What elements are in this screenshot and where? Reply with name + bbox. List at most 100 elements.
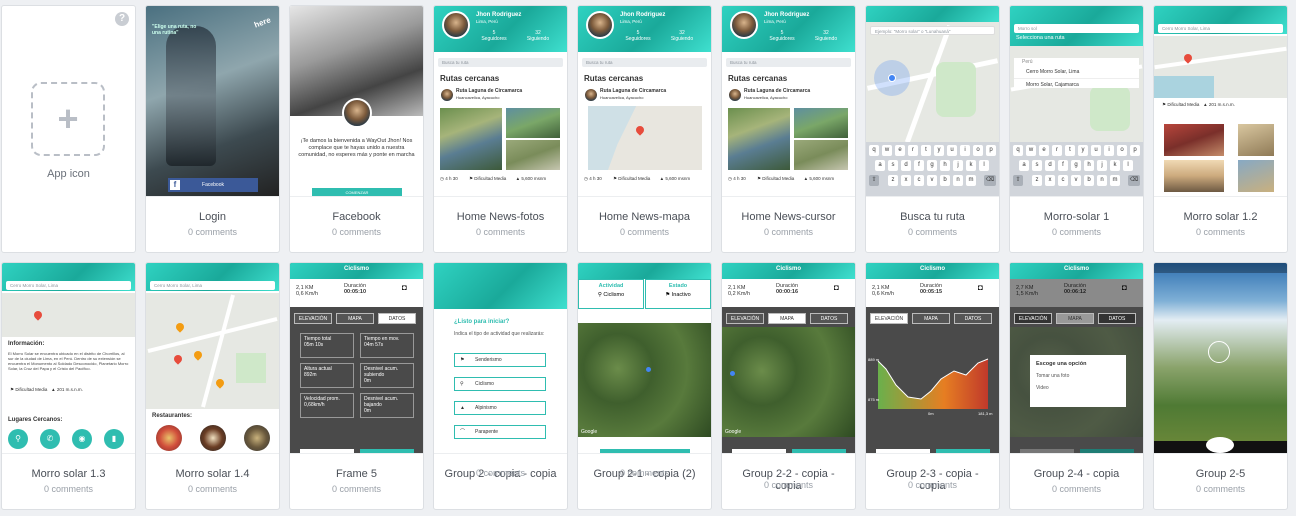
route-photo[interactable] bbox=[506, 140, 560, 170]
tab-mapa[interactable]: MAPA bbox=[1056, 313, 1094, 324]
tab-elevacion[interactable]: ELEVACIÓN bbox=[294, 313, 332, 324]
tab-mapa[interactable]: MAPA bbox=[768, 313, 806, 324]
screen-card-group-2-3-copia-copia[interactable]: Ciclismo 2,1 KM 0,6 Km/h Duración 00:05:15… bbox=[865, 262, 1000, 510]
following-stat[interactable]: 32 Siguiendo bbox=[518, 30, 558, 42]
map-view[interactable] bbox=[1154, 36, 1287, 98]
comment-count[interactable]: 0 comments bbox=[1154, 484, 1287, 494]
route-photo[interactable] bbox=[506, 108, 560, 138]
comment-count[interactable]: 0 comments bbox=[722, 227, 855, 237]
activity-option-senderismo[interactable]: ⚑ Senderismo bbox=[454, 353, 546, 367]
screen-card-home-news-fotos[interactable]: Jhon Rodriguez Lima, Perú 5 Seguidores 32… bbox=[433, 5, 568, 253]
following-stat[interactable]: 32 Siguiendo bbox=[662, 30, 702, 42]
screen-card-morro-solar-1-3[interactable]: Cerro Morro Solar, Lima Información: El … bbox=[1, 262, 136, 510]
followers-stat[interactable]: 5 Seguidores bbox=[762, 30, 802, 42]
screen-card-group-2-5[interactable]: Group 2-5 0 comments bbox=[1153, 262, 1288, 510]
screen-card-login[interactable]: "Elige una ruta, no una rutina" here f F… bbox=[145, 5, 280, 253]
comment-count[interactable]: 0 comments bbox=[722, 480, 855, 490]
search-input[interactable]: Morro sol bbox=[1014, 24, 1139, 33]
start-button[interactable]: COMENZAR bbox=[312, 188, 402, 196]
route-photo[interactable] bbox=[728, 108, 790, 170]
help-icon[interactable]: ? bbox=[115, 12, 129, 26]
tab-datos[interactable]: DATOS bbox=[810, 313, 848, 324]
route-map[interactable] bbox=[588, 106, 702, 170]
route-name[interactable]: Ruta Laguna de Circamarca bbox=[744, 88, 810, 94]
followers-stat[interactable]: 5 Seguidores bbox=[618, 30, 658, 42]
search-input[interactable]: Busca tu ruta bbox=[582, 58, 707, 67]
camera-icon[interactable]: ◘ bbox=[978, 283, 983, 292]
restaurant-photo[interactable] bbox=[200, 425, 226, 451]
route-name[interactable]: Ruta Laguna de Circamarca bbox=[600, 88, 666, 94]
hotel-icon[interactable]: ▮ bbox=[104, 429, 124, 449]
camera-icon[interactable]: ◘ bbox=[402, 283, 407, 292]
app-icon-card[interactable]: ? + App icon bbox=[1, 5, 136, 253]
map-view[interactable] bbox=[866, 22, 999, 146]
camera-icon[interactable]: ◘ bbox=[1122, 283, 1127, 292]
activity-option-parapente[interactable]: ⌒ Parapente bbox=[454, 425, 546, 439]
satellite-map[interactable]: Google bbox=[722, 327, 855, 437]
search-input[interactable]: Busca tu ruta bbox=[438, 58, 563, 67]
activity-option-ciclismo[interactable]: ⚲ Ciclismo bbox=[454, 377, 546, 391]
comment-count[interactable]: 0 comments bbox=[290, 227, 423, 237]
tab-elevacion[interactable]: ELEVACIÓN bbox=[1014, 313, 1052, 324]
phone-icon[interactable]: ✆ bbox=[40, 429, 60, 449]
suggestion-item[interactable]: Morro Solar, Cajamarca bbox=[1014, 79, 1139, 91]
screen-card-morro-solar-1-4[interactable]: Cerro Morro Solar, Lima Restaurantes: Mo… bbox=[145, 262, 280, 510]
satellite-map[interactable]: Google bbox=[578, 323, 711, 437]
comment-count[interactable]: 0 comments bbox=[1010, 484, 1143, 494]
search-input[interactable]: Cerro Morro Solar, Lima bbox=[6, 281, 131, 290]
comment-count[interactable]: 0 comments bbox=[2, 484, 135, 494]
place-photo[interactable] bbox=[1238, 160, 1274, 192]
comment-count[interactable]: 0 comments bbox=[1154, 227, 1287, 237]
following-stat[interactable]: 32 Siguiendo bbox=[806, 30, 846, 42]
add-icon[interactable]: + bbox=[31, 82, 105, 156]
restaurant-photo[interactable] bbox=[156, 425, 182, 451]
comment-count[interactable]: 0 comments bbox=[1010, 227, 1143, 237]
route-photo[interactable] bbox=[794, 108, 848, 138]
route-photo[interactable] bbox=[794, 140, 848, 170]
status-tab[interactable]: Estado ⚑ Inactivo bbox=[645, 279, 711, 309]
screen-card-morro-solar-1[interactable]: Morro sol Selecciona una ruta Perú Cerro… bbox=[1009, 5, 1144, 253]
tab-mapa[interactable]: MAPA bbox=[912, 313, 950, 324]
keyboard[interactable]: qwertyuiop asdfghjkl ⇧ z x c v b n m ⌫ bbox=[866, 142, 999, 196]
followers-stat[interactable]: 5 Seguidores bbox=[474, 30, 514, 42]
screen-card-frame-5[interactable]: Ciclismo 2,1 KM 0,6 Km/h Duración 00:05:10… bbox=[289, 262, 424, 510]
route-name[interactable]: Ruta Laguna de Circamarca bbox=[456, 88, 522, 94]
screen-card-home-news-mapa[interactable]: Jhon Rodriguez Lima, Perú 5 Seguidores 32… bbox=[577, 5, 712, 253]
restaurant-photo[interactable] bbox=[244, 425, 270, 451]
comment-count[interactable]: 0 comments bbox=[866, 227, 999, 237]
activity-option-alpinismo[interactable]: ▲ Alpinismo bbox=[454, 401, 546, 415]
facebook-login-button[interactable]: f Facebook bbox=[168, 178, 258, 192]
dialog-option-video[interactable]: Video bbox=[1036, 385, 1120, 391]
search-input[interactable]: Ejemplo: "Morro solar" o "Lunahuaná" bbox=[870, 26, 995, 35]
tab-datos[interactable]: DATOS bbox=[378, 313, 416, 324]
keyboard[interactable]: qwertyuiop asdfghjkl ⇧ z x c v b n m ⌫ bbox=[1010, 142, 1143, 196]
tab-datos[interactable]: DATOS bbox=[1098, 313, 1136, 324]
comment-count[interactable]: 0 comments bbox=[866, 480, 999, 490]
search-input[interactable]: Cerro Morro Solar, Lima bbox=[150, 281, 275, 290]
comment-count[interactable]: 0 comments bbox=[434, 227, 567, 237]
comment-count[interactable]: 0 comments bbox=[578, 227, 711, 237]
screen-card-group-2-4-copia[interactable]: Ciclismo 2,7 KM 1,5 Km/h Duración 00:06:12… bbox=[1009, 262, 1144, 510]
tab-mapa[interactable]: MAPA bbox=[336, 313, 374, 324]
capture-button[interactable] bbox=[1206, 437, 1234, 453]
screen-card-group-2-copia-copia[interactable]: ¿Listo para iniciar? Indica el tipo de a… bbox=[433, 262, 568, 510]
comment-count[interactable]: 0 comments bbox=[146, 227, 279, 237]
comment-count[interactable]: 0 comments bbox=[146, 484, 279, 494]
activity-tab[interactable]: Actividad ⚲ Ciclismo bbox=[578, 279, 644, 309]
place-photo[interactable] bbox=[1164, 160, 1224, 192]
tab-elevacion[interactable]: ELEVACIÓN bbox=[870, 313, 908, 324]
comment-count[interactable]: 0 comments bbox=[290, 484, 423, 494]
screen-card-group-2-1-copia-2[interactable]: Actividad ⚲ Ciclismo Estado ⚑ Inactivo Goo… bbox=[577, 262, 712, 510]
map-view[interactable] bbox=[2, 293, 135, 337]
tab-datos[interactable]: DATOS bbox=[954, 313, 992, 324]
signal-icon[interactable]: ◉ bbox=[72, 429, 92, 449]
map-view[interactable] bbox=[146, 293, 279, 409]
screen-card-busca-tu-ruta[interactable]: Ejemplo: "Morro solar" o "Lunahuaná" qwe… bbox=[865, 5, 1000, 253]
screen-card-morro-solar-1-2[interactable]: Cerro Morro Solar, Lima ⚑ Dificultad Med… bbox=[1153, 5, 1288, 253]
camera-icon[interactable]: ◘ bbox=[834, 283, 839, 292]
screen-card-group-2-2-copia-copia[interactable]: Ciclismo 2,1 KM 0,2 Km/h Duración 00:00:16… bbox=[721, 262, 856, 510]
suggestion-item[interactable]: Cerro Morro Solar, Lima bbox=[1014, 66, 1139, 79]
shutter-icon[interactable] bbox=[1208, 341, 1230, 363]
search-input[interactable]: Busca tu ruta bbox=[726, 58, 851, 67]
route-photo[interactable] bbox=[440, 108, 502, 170]
